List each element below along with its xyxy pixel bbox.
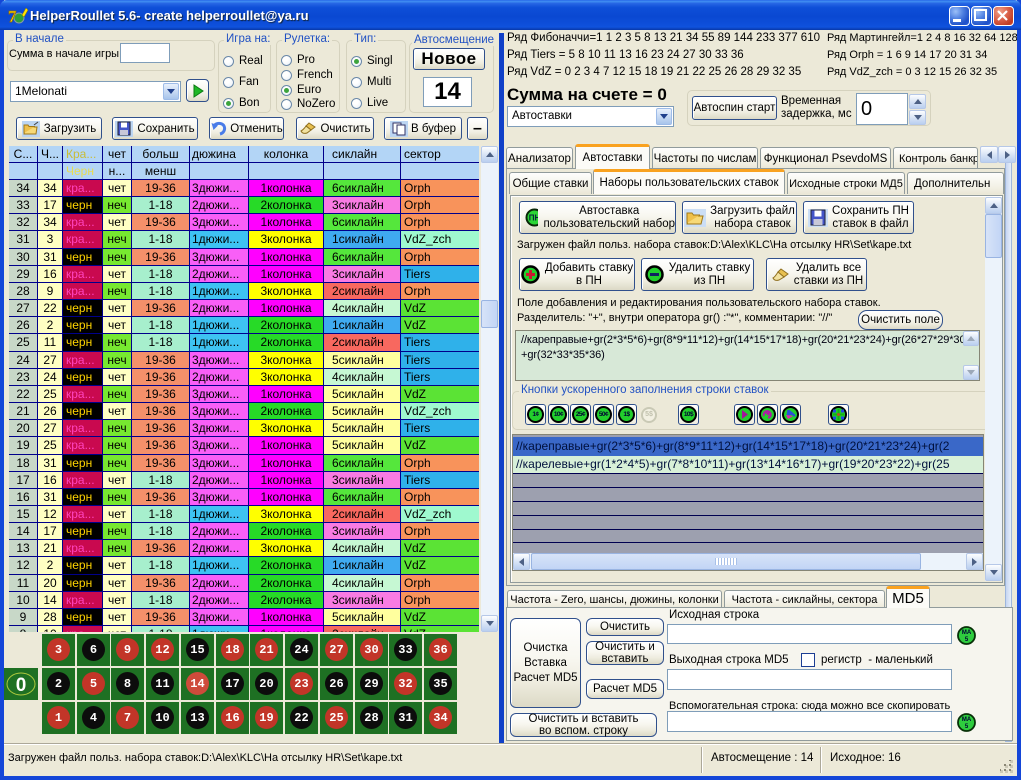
svg-text:ПН: ПН — [529, 214, 539, 223]
svg-text:0: 0 — [16, 675, 27, 696]
svg-text:7: 7 — [8, 7, 17, 26]
svg-text:МА: МА — [962, 717, 972, 723]
svg-text:МА: МА — [962, 630, 972, 636]
